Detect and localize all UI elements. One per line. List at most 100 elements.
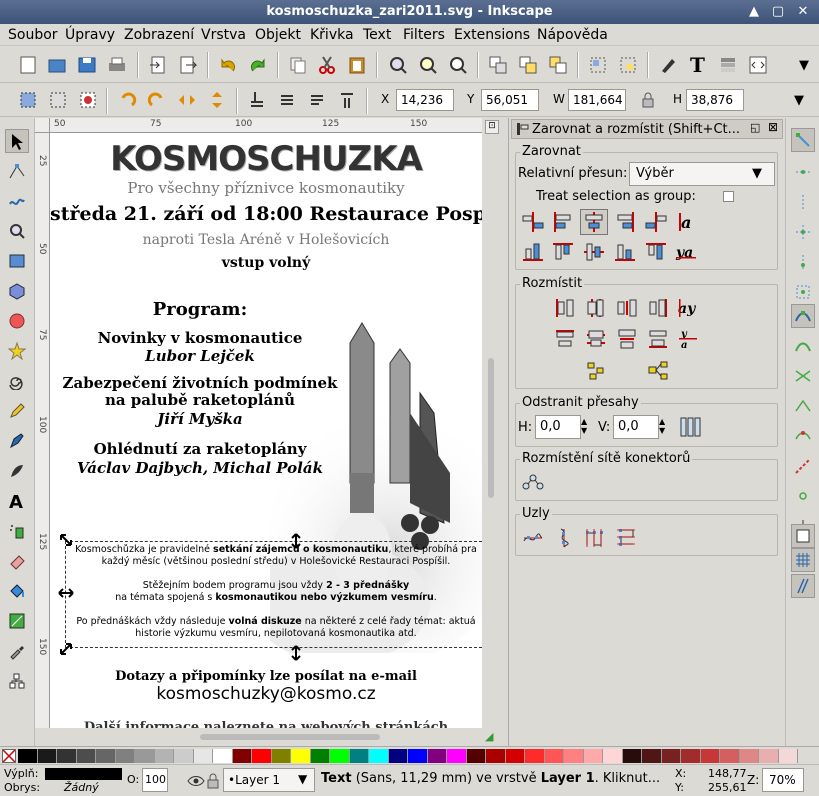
pencil-tool-icon[interactable] [5, 399, 29, 423]
color-swatch[interactable] [330, 749, 350, 763]
color-swatch[interactable] [544, 749, 564, 763]
color-swatch[interactable] [447, 749, 467, 763]
arrange-connectors-icon[interactable] [519, 470, 547, 496]
3d-box-tool-icon[interactable] [5, 279, 29, 303]
lower-to-bottom-icon[interactable] [245, 88, 269, 112]
color-swatch[interactable] [681, 749, 701, 763]
menu-layer[interactable]: Vrstva [201, 27, 246, 43]
snap-object-center-icon[interactable] [791, 484, 815, 508]
color-swatch[interactable] [271, 749, 291, 763]
menu-text[interactable]: Text [363, 27, 391, 43]
color-swatch[interactable] [349, 749, 369, 763]
color-swatch[interactable] [700, 749, 720, 763]
snap-enable-icon[interactable] [791, 128, 815, 152]
flip-horizontal-icon[interactable] [175, 88, 199, 112]
menu-extensions[interactable]: Extensions [454, 27, 530, 43]
text-font-icon[interactable]: T [686, 53, 710, 77]
pen-tool-icon[interactable] [5, 429, 29, 453]
rotate-cw-icon[interactable] [145, 88, 169, 112]
menu-file[interactable]: Soubor [8, 27, 58, 43]
align-text-anchor-icon[interactable]: a [672, 209, 700, 235]
color-swatch[interactable] [622, 749, 642, 763]
flip-vertical-icon[interactable] [205, 88, 229, 112]
menu-view[interactable]: Zobrazení [124, 27, 194, 43]
group-icon[interactable] [586, 53, 610, 77]
align-center-horizontal-icon[interactable] [580, 239, 608, 265]
color-swatch[interactable] [18, 749, 38, 763]
vertical-scrollbar[interactable]: ⊡ ◢ [482, 118, 508, 746]
fill-indicator[interactable] [45, 768, 122, 780]
paste-icon[interactable] [345, 53, 369, 77]
selector-tool-icon[interactable] [5, 129, 29, 153]
align-center-vertical-icon[interactable] [580, 209, 608, 235]
color-swatch[interactable] [739, 749, 759, 763]
color-swatch[interactable] [778, 749, 798, 763]
zoom-drawing-icon[interactable] [416, 53, 440, 77]
print-icon[interactable] [105, 53, 129, 77]
resize-handle-icon[interactable] [290, 645, 302, 665]
color-swatch[interactable] [135, 749, 155, 763]
duplicate-icon[interactable] [486, 53, 510, 77]
snap-bbox-center-icon[interactable] [791, 280, 815, 304]
distribute-nodes-h-icon[interactable] [581, 525, 609, 551]
color-swatch[interactable] [603, 749, 623, 763]
align-right-to-left-icon[interactable] [519, 209, 547, 235]
color-swatch[interactable] [37, 749, 57, 763]
menu-edit[interactable]: Úpravy [65, 27, 115, 43]
color-swatch[interactable] [76, 749, 96, 763]
raise-to-top-icon[interactable] [335, 88, 359, 112]
chevron-down-icon[interactable]: ▼ [792, 53, 816, 77]
snap-intersections-icon[interactable] [791, 364, 815, 388]
align-nodes-v-icon[interactable] [550, 525, 578, 551]
text-tool-icon[interactable]: A [5, 489, 29, 513]
horizontal-scrollbar[interactable] [50, 728, 482, 746]
snap-guides-icon[interactable] [791, 574, 815, 598]
menu-help[interactable]: Nápověda [537, 27, 608, 43]
distribute-nodes-v-icon[interactable] [612, 525, 640, 551]
color-swatch[interactable] [759, 749, 779, 763]
distribute-center-h-icon[interactable] [582, 295, 610, 321]
color-swatch[interactable] [583, 749, 603, 763]
distribute-baseline-h-icon[interactable]: ay [674, 295, 702, 321]
color-swatch[interactable] [291, 749, 311, 763]
snap-bbox-corner-icon[interactable] [791, 220, 815, 244]
rotate-ccw-icon[interactable] [115, 88, 139, 112]
snap-midpoints-icon[interactable] [791, 454, 815, 478]
color-swatch[interactable] [310, 749, 330, 763]
snap-smooth-nodes-icon[interactable] [791, 424, 815, 448]
dock-minimize-icon[interactable]: ◱ [750, 121, 760, 134]
distribute-baseline-v-icon[interactable]: ya [674, 326, 702, 352]
chevron-down-icon[interactable]: ▼ [787, 88, 811, 112]
w-input[interactable]: 181,664 [568, 89, 626, 111]
remove-overlaps-icon[interactable] [676, 414, 704, 440]
color-swatch[interactable] [408, 749, 428, 763]
snap-cusp-nodes-icon[interactable] [791, 394, 815, 418]
color-swatch[interactable] [525, 749, 545, 763]
node-tool-icon[interactable] [5, 159, 29, 183]
restore-icon[interactable]: ▢ [769, 3, 787, 21]
snap-bbox-midpoint-icon[interactable] [791, 250, 815, 274]
layers-icon[interactable] [716, 53, 740, 77]
calligraphy-tool-icon[interactable] [5, 459, 29, 483]
color-swatch[interactable] [369, 749, 389, 763]
gradient-tool-icon[interactable] [5, 609, 29, 633]
opacity-input[interactable]: 100 [142, 768, 168, 792]
spray-tool-icon[interactable] [5, 519, 29, 543]
resize-handle-icon[interactable] [60, 641, 74, 659]
minimize-icon[interactable]: ▲ [745, 3, 763, 21]
color-swatch[interactable] [564, 749, 584, 763]
undo-icon[interactable] [216, 53, 240, 77]
distribute-center-v-icon[interactable] [582, 326, 610, 352]
spiral-tool-icon[interactable] [5, 369, 29, 393]
layer-select[interactable]: •Layer 1 ▼ [223, 768, 315, 792]
eraser-tool-icon[interactable] [5, 549, 29, 573]
randomize-icon[interactable] [582, 358, 610, 384]
h-gap-input[interactable]: 0,0 [535, 415, 581, 439]
menu-object[interactable]: Objekt [255, 27, 301, 43]
clone-icon[interactable] [516, 53, 540, 77]
star-tool-icon[interactable] [5, 339, 29, 363]
zoom-page-icon[interactable] [446, 53, 470, 77]
dock-close-icon[interactable]: ⊠ [768, 120, 778, 134]
export-icon[interactable] [176, 53, 200, 77]
copy-icon[interactable] [286, 53, 310, 77]
